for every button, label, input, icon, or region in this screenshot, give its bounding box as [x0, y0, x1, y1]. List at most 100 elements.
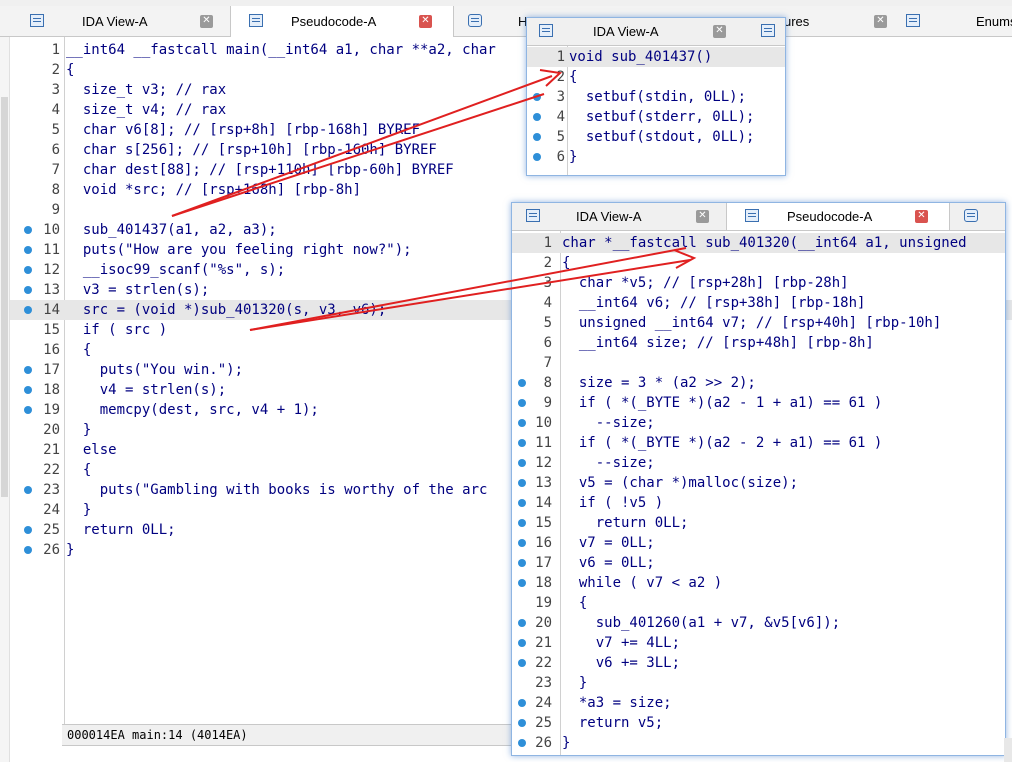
breakpoint-dot-icon[interactable]: [24, 406, 32, 414]
breakpoint-dot-icon[interactable]: [24, 246, 32, 254]
code-text[interactable]: {: [66, 460, 91, 480]
code-line[interactable]: 1 char *__fastcall sub_401320(__int64 a1,…: [512, 233, 1005, 253]
code-text[interactable]: puts("Gambling with books is worthy of t…: [66, 480, 488, 500]
code-line[interactable]: 3 setbuf(stdin, 0LL);: [527, 87, 785, 107]
tab-pseudocode-a[interactable]: Pseudocode-A ✕: [230, 6, 454, 37]
code-text[interactable]: if ( *(_BYTE *)(a2 - 1 + a1) == 61 ): [562, 393, 882, 413]
code-line[interactable]: 10 --size;: [512, 413, 1005, 433]
breakpoint-dot-icon[interactable]: [518, 479, 526, 487]
code-line[interactable]: 20 sub_401260(a1 + v7, &v5[v6]);: [512, 613, 1005, 633]
tab-ida-view-a[interactable]: IDA View-A ✕: [512, 203, 726, 230]
code-text[interactable]: memcpy(dest, src, v4 + 1);: [66, 400, 319, 420]
breakpoint-dot-icon[interactable]: [24, 526, 32, 534]
code-text[interactable]: }: [66, 420, 91, 440]
code-line[interactable]: 15 return 0LL;: [512, 513, 1005, 533]
code-line[interactable]: 6}: [527, 147, 785, 167]
breakpoint-dot-icon[interactable]: [518, 439, 526, 447]
code-line[interactable]: 13 v5 = (char *)malloc(size);: [512, 473, 1005, 493]
code-text[interactable]: puts("You win.");: [66, 360, 243, 380]
code-text[interactable]: __int64 v6; // [rsp+38h] [rbp-18h]: [562, 293, 866, 313]
breakpoint-dot-icon[interactable]: [518, 379, 526, 387]
left-scrollbar[interactable]: [0, 37, 10, 762]
code-line[interactable]: 8 void *src; // [rsp+168h] [rbp-8h]: [10, 180, 1012, 200]
code-text[interactable]: {: [66, 340, 91, 360]
tab-structures[interactable]: ures ✕: [784, 6, 894, 36]
breakpoint-dot-icon[interactable]: [518, 619, 526, 627]
code-text[interactable]: v5 = (char *)malloc(size);: [562, 473, 798, 493]
code-text[interactable]: {: [562, 593, 587, 613]
breakpoint-dot-icon[interactable]: [518, 639, 526, 647]
close-icon[interactable]: ✕: [713, 25, 726, 38]
close-icon[interactable]: ✕: [915, 210, 928, 223]
code-line[interactable]: 17 v6 = 0LL;: [512, 553, 1005, 573]
tab-pseudocode-a[interactable]: Pseudocode-A ✕: [726, 203, 950, 230]
code-line[interactable]: 1 __int64 __fastcall main(__int64 a1, cha…: [10, 40, 1012, 60]
code-text[interactable]: return 0LL;: [562, 513, 689, 533]
code-line[interactable]: 2{: [512, 253, 1005, 273]
code-text[interactable]: char v6[8]; // [rsp+8h] [rbp-168h] BYREF: [66, 120, 420, 140]
breakpoint-dot-icon[interactable]: [518, 539, 526, 547]
code-line[interactable]: 2{: [527, 67, 785, 87]
popup-sub-401437-listing[interactable]: 1 void sub_401437() 2{3 setbuf(stdin, 0LL)…: [527, 47, 785, 167]
breakpoint-dot-icon[interactable]: [24, 306, 32, 314]
code-text[interactable]: v7 += 4LL;: [562, 633, 680, 653]
breakpoint-dot-icon[interactable]: [24, 286, 32, 294]
code-text[interactable]: __int64 __fastcall main(__int64 a1, char…: [66, 40, 496, 60]
breakpoint-dot-icon[interactable]: [24, 266, 32, 274]
code-text[interactable]: void *src; // [rsp+168h] [rbp-8h]: [66, 180, 361, 200]
code-line[interactable]: 9 if ( *(_BYTE *)(a2 - 1 + a1) == 61 ): [512, 393, 1005, 413]
code-line[interactable]: 19 {: [512, 593, 1005, 613]
breakpoint-dot-icon[interactable]: [24, 226, 32, 234]
code-text[interactable]: sub_401437(a1, a2, a3);: [66, 220, 277, 240]
code-line[interactable]: 23 }: [512, 673, 1005, 693]
popup-sub-401437-window[interactable]: IDA View-A ✕ 1 void sub_401437() 2{3 setbu…: [526, 17, 786, 176]
code-text[interactable]: __isoc99_scanf("%s", s);: [66, 260, 285, 280]
code-text[interactable]: char s[256]; // [rsp+10h] [rbp-160h] BYR…: [66, 140, 437, 160]
code-text[interactable]: }: [569, 147, 577, 167]
code-text[interactable]: v6 += 3LL;: [562, 653, 680, 673]
breakpoint-dot-icon[interactable]: [518, 719, 526, 727]
code-text[interactable]: void sub_401437(): [569, 47, 712, 67]
code-text[interactable]: v7 = 0LL;: [562, 533, 655, 553]
code-text[interactable]: }: [66, 540, 74, 560]
code-line[interactable]: 16 v7 = 0LL;: [512, 533, 1005, 553]
code-line[interactable]: 4 size_t v4; // rax: [10, 100, 1012, 120]
tab-ida-view-a[interactable]: IDA View-A ✕: [18, 6, 230, 36]
code-line[interactable]: 7 char dest[88]; // [rsp+110h] [rbp-60h]…: [10, 160, 1012, 180]
code-text[interactable]: setbuf(stdout, 0LL);: [569, 127, 755, 147]
code-line[interactable]: 11 if ( *(_BYTE *)(a2 - 2 + a1) == 61 ): [512, 433, 1005, 453]
tab-hex-view[interactable]: [948, 203, 1005, 230]
scrollbar-thumb[interactable]: [1, 97, 8, 497]
code-line[interactable]: 3 char *v5; // [rsp+28h] [rbp-28h]: [512, 273, 1005, 293]
code-line[interactable]: 14 if ( !v5 ): [512, 493, 1005, 513]
code-text[interactable]: setbuf(stdin, 0LL);: [569, 87, 746, 107]
code-text[interactable]: puts("How are you feeling right now?");: [66, 240, 412, 260]
close-icon[interactable]: ✕: [696, 210, 709, 223]
breakpoint-dot-icon[interactable]: [518, 499, 526, 507]
code-text[interactable]: return v5;: [562, 713, 663, 733]
code-text[interactable]: char *__fastcall sub_401320(__int64 a1, …: [562, 233, 967, 253]
code-text[interactable]: size = 3 * (a2 >> 2);: [562, 373, 756, 393]
code-text[interactable]: char *v5; // [rsp+28h] [rbp-28h]: [562, 273, 849, 293]
popup-sub-401320-window[interactable]: IDA View-A ✕ Pseudocode-A ✕ 1 char *__fas…: [511, 202, 1006, 756]
code-line[interactable]: 18 while ( v7 < a2 ): [512, 573, 1005, 593]
code-text[interactable]: {: [562, 253, 570, 273]
code-line[interactable]: 7: [512, 353, 1005, 373]
code-line[interactable]: 21 v7 += 4LL;: [512, 633, 1005, 653]
breakpoint-dot-icon[interactable]: [518, 399, 526, 407]
code-line[interactable]: 2{: [10, 60, 1012, 80]
code-text[interactable]: else: [66, 440, 117, 460]
code-text[interactable]: if ( !v5 ): [562, 493, 663, 513]
code-text[interactable]: v6 = 0LL;: [562, 553, 655, 573]
breakpoint-dot-icon[interactable]: [24, 486, 32, 494]
code-text[interactable]: size_t v4; // rax: [66, 100, 226, 120]
breakpoint-dot-icon[interactable]: [518, 739, 526, 747]
breakpoint-dot-icon[interactable]: [518, 579, 526, 587]
code-text[interactable]: unsigned __int64 v7; // [rsp+40h] [rbp-1…: [562, 313, 941, 333]
close-icon[interactable]: ✕: [419, 15, 432, 28]
close-icon[interactable]: ✕: [874, 15, 887, 28]
breakpoint-dot-icon[interactable]: [518, 459, 526, 467]
breakpoint-dot-icon[interactable]: [518, 559, 526, 567]
code-text[interactable]: }: [562, 673, 587, 693]
code-text[interactable]: v3 = strlen(s);: [66, 280, 209, 300]
